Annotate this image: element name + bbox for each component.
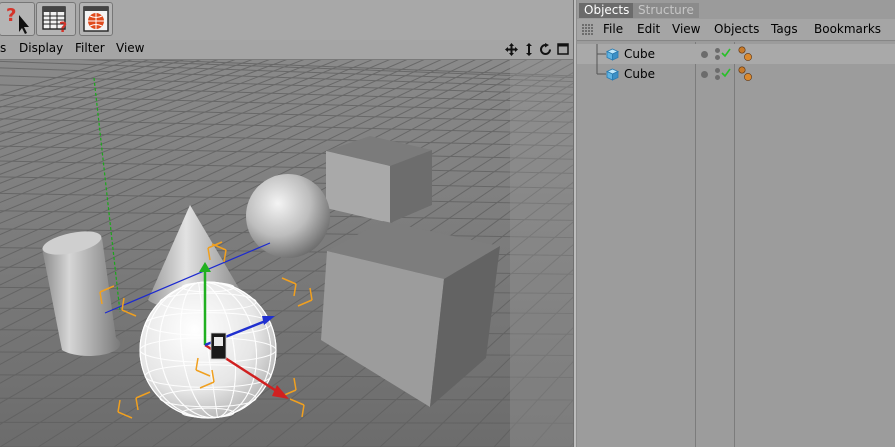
viewport-menu-view[interactable]: View [116, 41, 144, 55]
material-tag-icon[interactable] [738, 66, 754, 82]
object-row[interactable]: Cube [577, 64, 895, 84]
enabled-check-icon[interactable] [721, 68, 731, 78]
box-back [326, 136, 432, 223]
om-menu-tags[interactable]: Tags [771, 22, 798, 36]
enabled-check-icon[interactable] [721, 48, 731, 58]
editor-dot-icon[interactable] [715, 55, 720, 60]
editor-dot-icon[interactable] [715, 75, 720, 80]
object-manager-menubar: File Edit View Objects Tags Bookmarks [577, 19, 895, 41]
grip-icon[interactable] [582, 24, 593, 35]
3d-viewport[interactable] [0, 60, 573, 447]
move-view-icon[interactable] [504, 41, 519, 57]
material-tag-icon[interactable] [738, 46, 754, 62]
om-menu-view[interactable]: View [672, 22, 700, 36]
object-manager-tabs: Objects Structure [577, 0, 895, 19]
render-view-button[interactable] [79, 2, 113, 36]
om-menu-file[interactable]: File [603, 22, 623, 36]
object-name[interactable]: Cube [624, 47, 655, 61]
cube-object-icon [606, 68, 619, 81]
viewport-canvas [0, 60, 573, 447]
svg-text:?: ? [59, 20, 67, 34]
visibility-dot-icon[interactable] [701, 71, 708, 78]
tab-objects[interactable]: Objects [579, 3, 635, 18]
help-pointer-icon: ? [6, 5, 29, 34]
object-manager: Objects Structure File Edit View Objects… [577, 0, 895, 447]
om-menu-edit[interactable]: Edit [637, 22, 660, 36]
object-list: Cube Cube [577, 42, 895, 447]
viewport-menu-filter[interactable]: Filter [75, 41, 105, 55]
render-settings-button[interactable]: ? [36, 2, 76, 36]
render-dot-icon[interactable] [715, 68, 720, 73]
viewport-menubar: s Display Filter View [0, 40, 575, 60]
sphere-object [246, 174, 330, 258]
viewport-menu-display[interactable]: Display [19, 41, 63, 55]
maximize-view-icon[interactable] [555, 41, 570, 57]
tab-structure[interactable]: Structure [633, 3, 699, 18]
rotate-view-icon[interactable] [538, 41, 553, 57]
om-menu-bookmarks[interactable]: Bookmarks [814, 22, 881, 36]
cube-object-icon [606, 48, 619, 61]
tree-line [596, 44, 606, 64]
tree-line [596, 64, 606, 75]
main-toolbar: ? ? [0, 0, 575, 41]
object-row[interactable]: Cube [577, 44, 895, 64]
om-menu-objects[interactable]: Objects [714, 22, 759, 36]
viewport-menu-cameras[interactable]: s [0, 41, 6, 55]
dolly-view-icon[interactable] [521, 41, 536, 57]
help-pointer-button[interactable]: ? [0, 2, 35, 36]
visibility-dot-icon[interactable] [701, 51, 708, 58]
render-dot-icon[interactable] [715, 48, 720, 53]
render-settings-icon: ? [42, 6, 67, 34]
object-name[interactable]: Cube [624, 67, 655, 81]
render-view-icon [83, 6, 109, 32]
svg-text:?: ? [6, 5, 16, 26]
